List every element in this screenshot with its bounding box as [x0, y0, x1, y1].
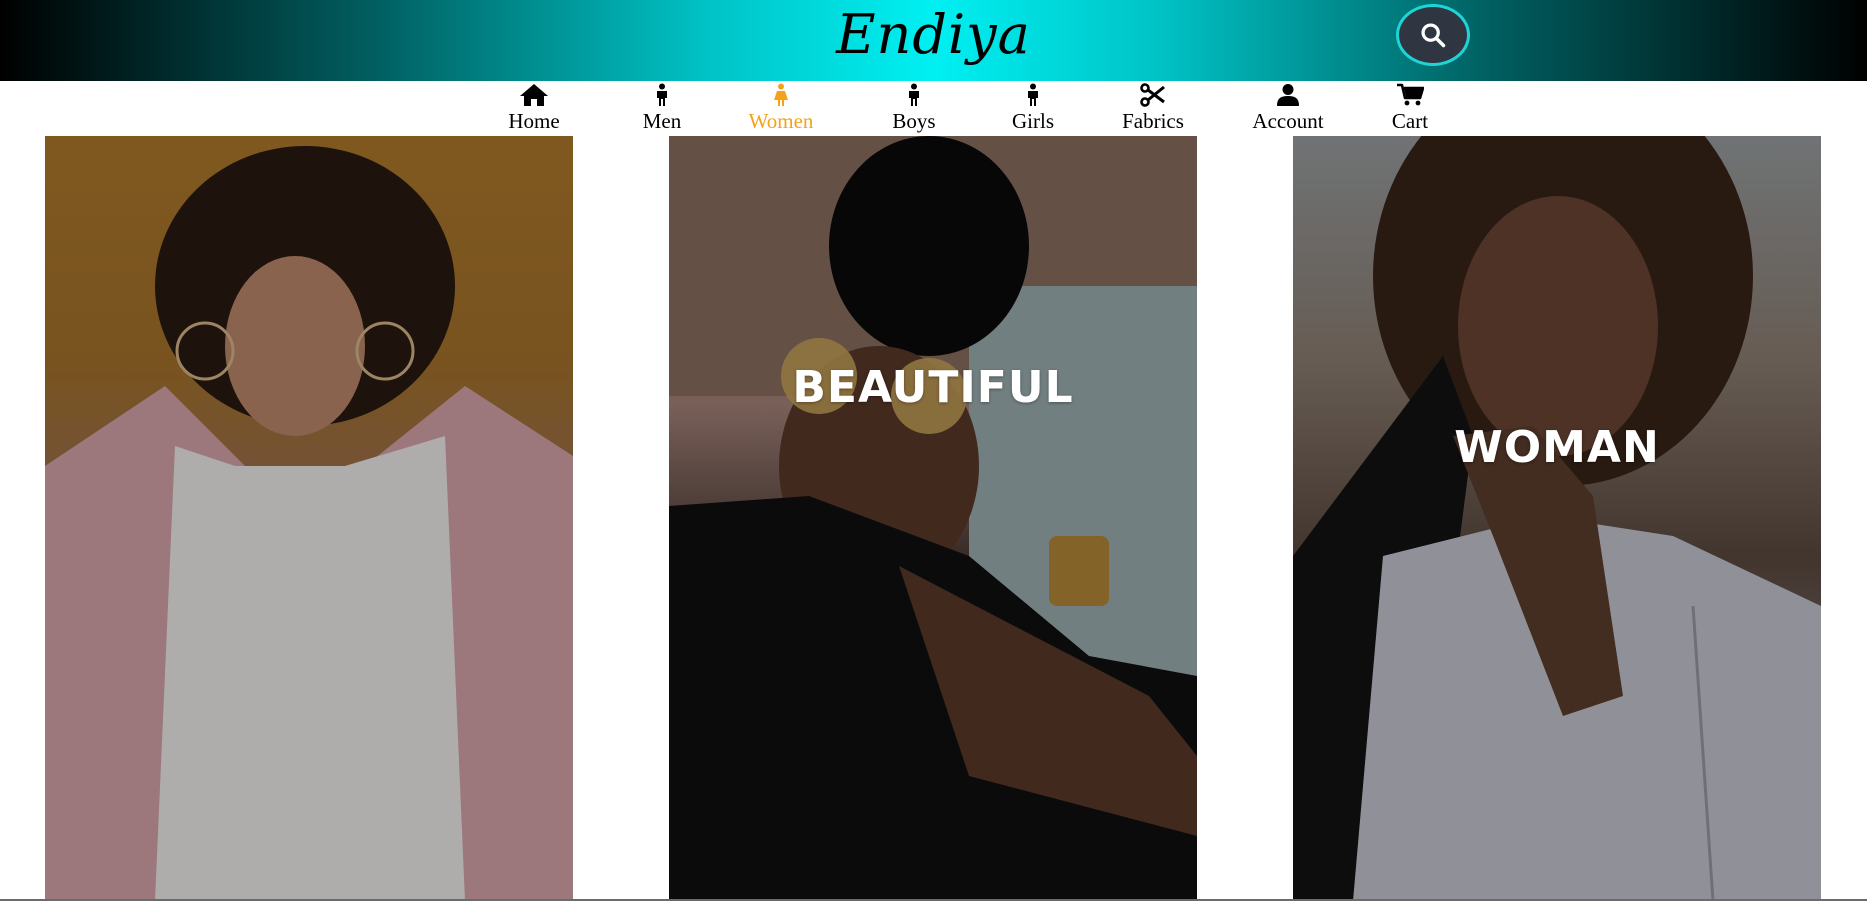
nav-label-men: Men [642, 109, 682, 133]
nav-item-boys[interactable]: Boys [888, 81, 940, 136]
nav-item-girls[interactable]: Girls [1008, 81, 1058, 136]
person-icon [909, 83, 919, 106]
nav-label-girls: Girls [1012, 109, 1054, 133]
home-icon [520, 84, 548, 106]
scissors-icon [1140, 83, 1165, 107]
nav-label-account: Account [1252, 109, 1324, 133]
photo-overlay [1293, 136, 1821, 901]
photo-panel-1[interactable] [45, 136, 573, 901]
person-icon [657, 83, 667, 106]
nav-item-home[interactable]: Home [502, 81, 566, 136]
nav-label-women: Women [748, 109, 814, 133]
nav-item-cart[interactable]: Cart [1386, 81, 1434, 136]
nav-label-cart: Cart [1391, 109, 1429, 133]
main-nav: Home Men Women Boys Girls Fabrics Accoun… [0, 81, 1867, 136]
search-icon [1421, 23, 1446, 48]
nav-label-boys: Boys [892, 109, 936, 133]
panel-headline-3: WOMAN [1454, 422, 1660, 473]
nav-item-account[interactable]: Account [1248, 81, 1328, 136]
user-icon [1277, 84, 1299, 106]
photo-overlay [45, 136, 573, 901]
photo-overlay [669, 136, 1197, 901]
header-bar: Endiya [0, 0, 1867, 81]
photo-panel-3[interactable]: WOMAN [1293, 136, 1821, 901]
panel-headline-2: BEAUTIFUL [792, 362, 1074, 413]
nav-item-men[interactable]: Men [636, 81, 688, 136]
cart-icon [1397, 83, 1424, 106]
nav-label-home: Home [508, 109, 560, 133]
search-button[interactable] [1396, 4, 1470, 66]
woman-icon [774, 83, 788, 106]
photo-panel-2[interactable]: BEAUTIFUL [669, 136, 1197, 901]
nav-label-fabrics: Fabrics [1122, 109, 1184, 133]
person-icon [1028, 83, 1038, 106]
nav-item-women[interactable]: Women [744, 81, 818, 136]
brand-logo[interactable]: Endiya [0, 0, 1867, 70]
nav-item-fabrics[interactable]: Fabrics [1118, 81, 1188, 136]
